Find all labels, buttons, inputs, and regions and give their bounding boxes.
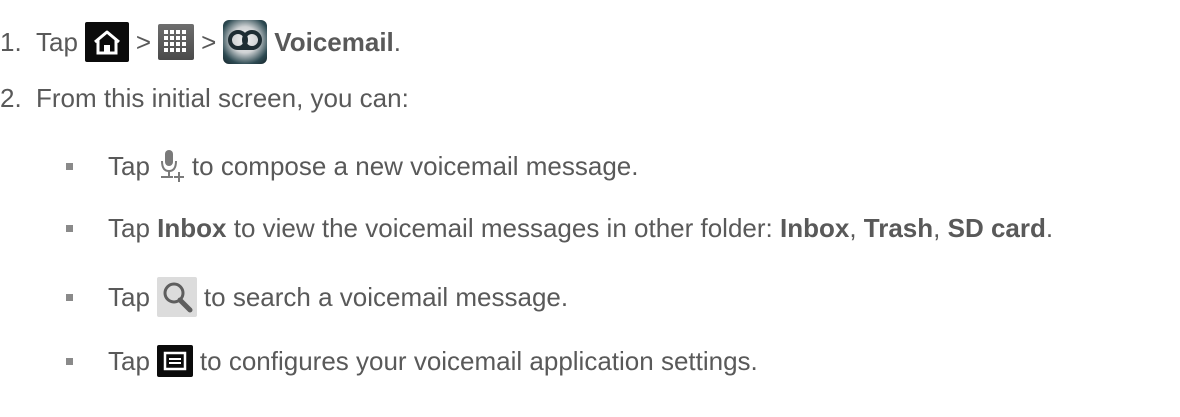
bullet-item: Tap to configures your voicemail applica… [66,345,758,377]
period: . [393,26,401,57]
mic-plus-icon [157,148,185,184]
period: . [1045,213,1054,243]
tap-text: Tap [36,26,78,57]
separator: , [849,213,864,243]
bullet-text: to search a voicemail message. [203,281,569,312]
menu-icon [156,345,193,377]
greater-than: > [135,26,152,57]
search-icon [156,277,197,317]
bullet-marker [66,357,73,365]
tap-text: Tap [108,150,150,181]
sd-card-folder: SD card [947,213,1046,243]
step-text: From this initial screen, you can: [36,83,409,113]
bullet-marker [66,225,73,232]
bullet-item: Tap to search a voicemail message. [66,277,568,317]
tap-text: Tap [108,345,150,376]
home-icon [84,22,129,62]
apps-grid-icon [158,24,195,60]
inbox-folder: Inbox [779,213,850,243]
bullet-text: to compose a new voicemail message. [191,150,639,181]
voicemail-label: Voicemail [274,26,394,57]
trash-folder: Trash [863,213,934,243]
tap-text: Tap [108,281,150,312]
bullet-text: to view the voicemail messages in other … [226,213,780,243]
voicemail-icon [223,20,268,64]
step-number: 1. [0,26,22,57]
bullet-item: Tap to compose a new voicemail message. [66,148,638,184]
bullet-text: to configures your voicemail application… [199,345,758,376]
bullet-item: Tap Inbox to view the voicemail messages… [66,213,1053,244]
greater-than: > [201,26,217,57]
tap-text: Tap [108,213,150,243]
bullet-marker [66,162,73,170]
bullet-marker [66,293,73,301]
inbox-label: Inbox [157,213,227,243]
step-2: 2. From this initial screen, you can: [0,83,409,114]
separator: , [933,213,948,243]
step-number: 2. [0,83,22,113]
step-1: 1. Tap > > Voicemail. [0,20,401,64]
